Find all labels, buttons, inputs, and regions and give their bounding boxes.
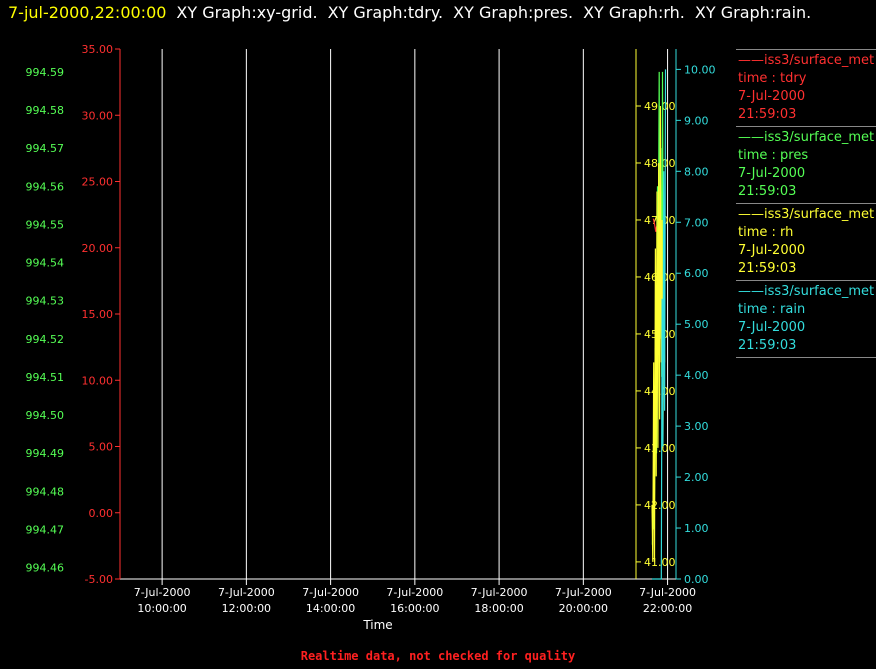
legend-time: 21:59:03 bbox=[738, 107, 797, 122]
legend-field: time : pres bbox=[738, 148, 809, 163]
pres-tick-label: 994.51 bbox=[26, 371, 65, 384]
x-tick-label-time: 18:00:00 bbox=[474, 602, 523, 615]
x-tick-label-date: 7-Jul-2000 bbox=[471, 586, 528, 599]
rain-tick-label: 7.00 bbox=[684, 216, 709, 229]
legend-entry-pres: ——iss3/surface_met time : pres 7-Jul-200… bbox=[736, 126, 876, 203]
x-tick-label-time: 20:00:00 bbox=[559, 602, 608, 615]
rh-tick-label: 42.00 bbox=[644, 499, 676, 512]
rain-tick-label: 6.00 bbox=[684, 267, 709, 280]
pres-tick-label: 994.52 bbox=[26, 333, 65, 346]
rain-tick-label: 4.00 bbox=[684, 369, 709, 382]
x-tick-label-date: 7-Jul-2000 bbox=[386, 586, 443, 599]
legend-time: 21:59:03 bbox=[738, 184, 797, 199]
pres-tick-label: 994.53 bbox=[26, 295, 65, 308]
tdry-tick-label: 20.00 bbox=[82, 242, 114, 255]
rain-tick-label: 5.00 bbox=[684, 318, 709, 331]
x-tick-label-date: 7-Jul-2000 bbox=[302, 586, 359, 599]
legend-source: ——iss3/surface_met bbox=[738, 130, 875, 145]
rain-tick-label: 9.00 bbox=[684, 114, 709, 127]
x-tick-label-date: 7-Jul-2000 bbox=[218, 586, 275, 599]
pres-tick-label: 994.59 bbox=[26, 66, 65, 79]
pres-tick-label: 994.48 bbox=[26, 485, 65, 498]
x-tick-label-time: 12:00:00 bbox=[222, 602, 271, 615]
legend-field: time : tdry bbox=[738, 71, 807, 86]
x-tick-label-date: 7-Jul-2000 bbox=[134, 586, 191, 599]
legend-field: time : rh bbox=[738, 225, 794, 240]
tdry-tick-label: 25.00 bbox=[82, 176, 114, 189]
pres-tick-label: 994.55 bbox=[26, 218, 65, 231]
legend-date: 7-Jul-2000 bbox=[738, 166, 806, 181]
x-axis-label: Time bbox=[362, 618, 392, 632]
tdry-tick-label: 0.00 bbox=[89, 507, 114, 520]
pres-tick-label: 994.54 bbox=[26, 257, 65, 270]
x-tick-label-time: 10:00:00 bbox=[137, 602, 186, 615]
rh-tick-label: 43.00 bbox=[644, 442, 676, 455]
x-tick-label-time: 14:00:00 bbox=[306, 602, 355, 615]
legend-entry-rh: ——iss3/surface_met time : rh 7-Jul-2000 … bbox=[736, 203, 876, 280]
pres-tick-label: 994.50 bbox=[26, 409, 65, 422]
rh-tick-label: 41.00 bbox=[644, 556, 676, 569]
legend-entry-rain: ——iss3/surface_met time : rain 7-Jul-200… bbox=[736, 280, 876, 358]
pres-tick-label: 994.56 bbox=[26, 180, 65, 193]
legend: ——iss3/surface_met time : tdry 7-Jul-200… bbox=[736, 49, 876, 358]
pres-tick-label: 994.46 bbox=[26, 562, 65, 575]
tdry-tick-label: 5.00 bbox=[89, 441, 114, 454]
rain-tick-label: 8.00 bbox=[684, 165, 709, 178]
legend-source: ——iss3/surface_met bbox=[738, 207, 875, 222]
legend-date: 7-Jul-2000 bbox=[738, 320, 806, 335]
legend-time: 21:59:03 bbox=[738, 261, 797, 276]
pres-tick-label: 994.49 bbox=[26, 447, 65, 460]
legend-date: 7-Jul-2000 bbox=[738, 89, 806, 104]
rain-tick-label: 3.00 bbox=[684, 420, 709, 433]
legend-time: 21:59:03 bbox=[738, 338, 797, 353]
tdry-tick-label: 10.00 bbox=[82, 374, 114, 387]
tdry-tick-label: -5.00 bbox=[85, 573, 113, 586]
legend-date: 7-Jul-2000 bbox=[738, 243, 806, 258]
pres-tick-label: 994.57 bbox=[26, 142, 65, 155]
x-tick-label-date: 7-Jul-2000 bbox=[555, 586, 612, 599]
pres-tick-label: 994.47 bbox=[26, 523, 65, 536]
rain-tick-label: 1.00 bbox=[684, 522, 709, 535]
tdry-tick-label: 30.00 bbox=[82, 109, 114, 122]
tdry-tick-label: 35.00 bbox=[82, 43, 114, 56]
x-tick-label-date: 7-Jul-2000 bbox=[639, 586, 696, 599]
legend-source: ——iss3/surface_met bbox=[738, 284, 875, 299]
rain-tick-label: 0.00 bbox=[684, 573, 709, 586]
legend-field: time : rain bbox=[738, 302, 806, 317]
legend-source: ——iss3/surface_met bbox=[738, 53, 875, 68]
tdry-tick-label: 15.00 bbox=[82, 308, 114, 321]
rain-tick-label: 2.00 bbox=[684, 471, 709, 484]
x-tick-label-time: 16:00:00 bbox=[390, 602, 439, 615]
x-tick-label-time: 22:00:00 bbox=[643, 602, 692, 615]
rain-tick-label: 10.00 bbox=[684, 63, 716, 76]
quality-notice: Realtime data, not checked for quality bbox=[300, 649, 576, 663]
pres-tick-label: 994.58 bbox=[26, 104, 65, 117]
legend-entry-tdry: ——iss3/surface_met time : tdry 7-Jul-200… bbox=[736, 49, 876, 126]
